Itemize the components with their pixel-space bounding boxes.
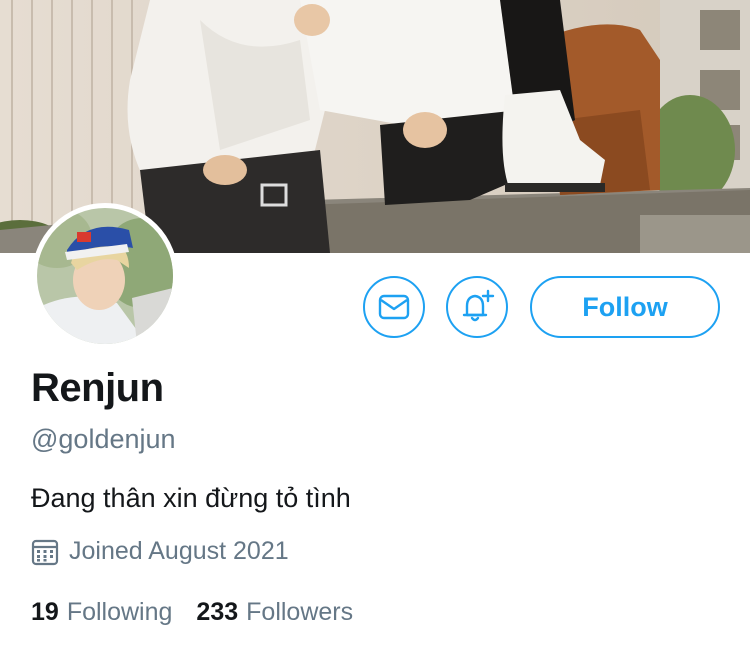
following-label: Following (66, 598, 173, 626)
following-link[interactable]: 19 Following (31, 598, 172, 627)
followers-link[interactable]: 233 Followers (196, 598, 353, 627)
joined-date: Joined August 2021 (31, 537, 289, 566)
following-count: 19 (31, 598, 59, 626)
profile-avatar[interactable] (32, 203, 178, 349)
notifications-button[interactable] (446, 276, 508, 338)
followers-count: 233 (196, 598, 239, 626)
follow-button[interactable]: Follow (530, 276, 720, 338)
profile-name: Renjun (31, 366, 164, 410)
calendar-icon (31, 538, 59, 566)
follow-stats: 19 Following 233 Followers (31, 598, 377, 627)
followers-label: Followers (246, 598, 354, 626)
message-button[interactable] (363, 276, 425, 338)
profile-handle: @goldenjun (31, 424, 176, 454)
profile-bio: Đang thân xin đừng tỏ tình (31, 483, 351, 513)
bell-plus-icon (462, 289, 495, 322)
envelope-icon (378, 294, 410, 320)
joined-label: Joined August 2021 (69, 537, 289, 565)
avatar-photo (37, 208, 173, 344)
